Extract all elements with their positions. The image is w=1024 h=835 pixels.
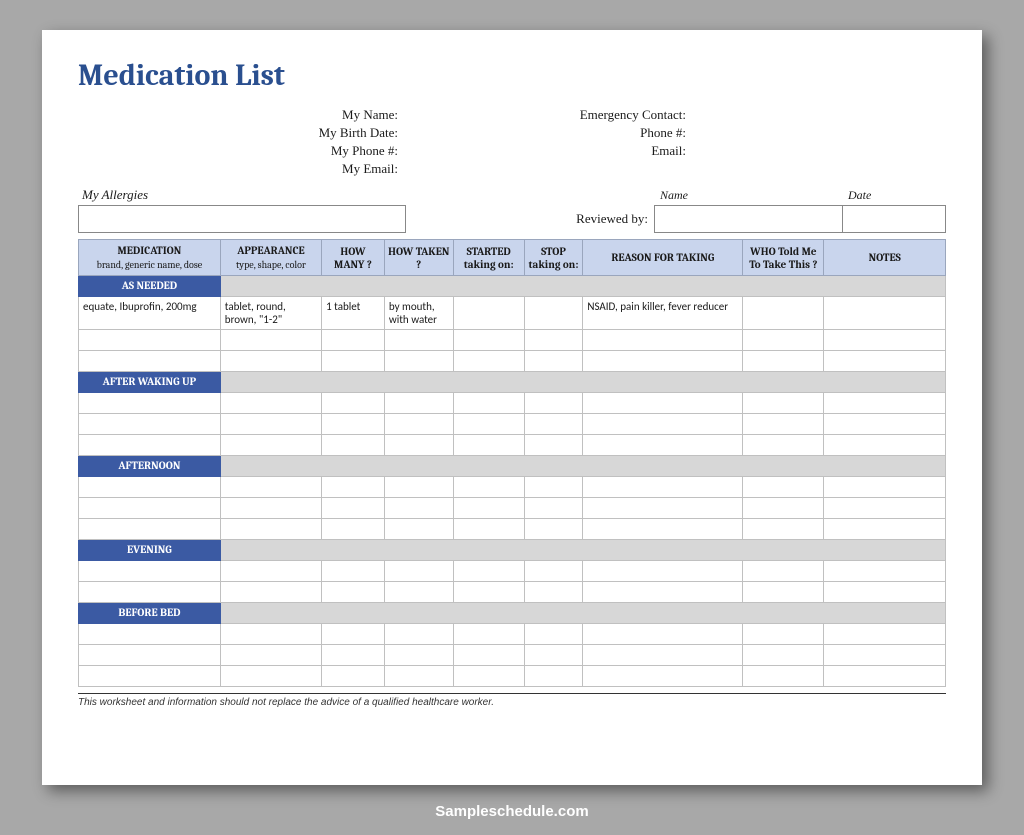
table-row — [79, 330, 946, 351]
cell-who[interactable] — [743, 297, 824, 330]
section-evening: EVENING — [79, 540, 946, 561]
allergies-label: My Allergies — [78, 187, 406, 203]
cell-howmany[interactable]: 1 tablet — [322, 297, 385, 330]
info-row: My Name: My Birth Date: My Phone #: My E… — [78, 107, 946, 177]
section-waking: AFTER WAKING UP — [79, 372, 946, 393]
my-name-label: My Name: — [78, 107, 398, 123]
my-birth-label: My Birth Date: — [78, 125, 398, 141]
col-who: WHO Told Me To Take This ? — [743, 240, 824, 276]
col-medication: MEDICATIONbrand, generic name, dose — [79, 240, 221, 276]
allergies-reviewed-row: My Allergies Reviewed by: Name Date — [78, 187, 946, 233]
section-label: AS NEEDED — [79, 276, 221, 297]
section-label: BEFORE BED — [79, 603, 221, 624]
section-asneeded: AS NEEDED — [79, 276, 946, 297]
cell-notes[interactable] — [824, 297, 946, 330]
col-appearance: APPEARANCEtype, shape, color — [220, 240, 321, 276]
table-row — [79, 624, 946, 645]
name-header: Name — [654, 188, 842, 205]
date-header: Date — [842, 188, 946, 205]
col-stop: STOP taking on: — [524, 240, 583, 276]
document-page: Medication List My Name: My Birth Date: … — [42, 30, 982, 785]
table-row — [79, 393, 946, 414]
allergies-block: My Allergies — [78, 187, 406, 233]
reviewed-block: Reviewed by: Name Date — [576, 188, 946, 233]
cell-appearance[interactable]: tablet, round, brown, "1-2" — [220, 297, 321, 330]
emergency-contact-label: Emergency Contact: — [438, 107, 686, 123]
reviewed-date-input[interactable] — [842, 205, 946, 233]
section-afternoon: AFTERNOON — [79, 456, 946, 477]
emergency-info: Emergency Contact: Phone #: Email: — [438, 107, 946, 177]
table-row — [79, 582, 946, 603]
cell-howtaken[interactable]: by mouth, with water — [384, 297, 453, 330]
table-header-row: MEDICATIONbrand, generic name, dose APPE… — [79, 240, 946, 276]
table-row — [79, 477, 946, 498]
table-row: equate, Ibuprofin, 200mg tablet, round, … — [79, 297, 946, 330]
emergency-phone-label: Phone #: — [438, 125, 686, 141]
footnote: This worksheet and information should no… — [78, 693, 946, 708]
allergies-input[interactable] — [78, 205, 406, 233]
col-reason: REASON FOR TAKING — [583, 240, 743, 276]
cell-stop[interactable] — [524, 297, 583, 330]
section-label: AFTER WAKING UP — [79, 372, 221, 393]
reviewed-label: Reviewed by: — [576, 211, 654, 233]
table-row — [79, 666, 946, 687]
table-row — [79, 519, 946, 540]
cell-started[interactable] — [453, 297, 524, 330]
table-row — [79, 414, 946, 435]
table-row — [79, 351, 946, 372]
table-row — [79, 498, 946, 519]
my-email-label: My Email: — [78, 161, 398, 177]
table-row — [79, 645, 946, 666]
reviewed-name-input[interactable] — [654, 205, 842, 233]
section-beforebed: BEFORE BED — [79, 603, 946, 624]
my-phone-label: My Phone #: — [78, 143, 398, 159]
emergency-email-label: Email: — [438, 143, 686, 159]
section-label: EVENING — [79, 540, 221, 561]
col-notes: NOTES — [824, 240, 946, 276]
section-label: AFTERNOON — [79, 456, 221, 477]
col-howmany: HOW MANY ? — [322, 240, 385, 276]
page-title: Medication List — [78, 58, 946, 93]
watermark: Sampleschedule.com — [435, 803, 588, 820]
table-row — [79, 435, 946, 456]
cell-reason[interactable]: NSAID, pain killer, fever reducer — [583, 297, 743, 330]
medication-table: MEDICATIONbrand, generic name, dose APPE… — [78, 239, 946, 687]
personal-info: My Name: My Birth Date: My Phone #: My E… — [78, 107, 398, 177]
table-row — [79, 561, 946, 582]
col-howtaken: HOW TAKEN ? — [384, 240, 453, 276]
cell-medication[interactable]: equate, Ibuprofin, 200mg — [79, 297, 221, 330]
col-started: STARTED taking on: — [453, 240, 524, 276]
